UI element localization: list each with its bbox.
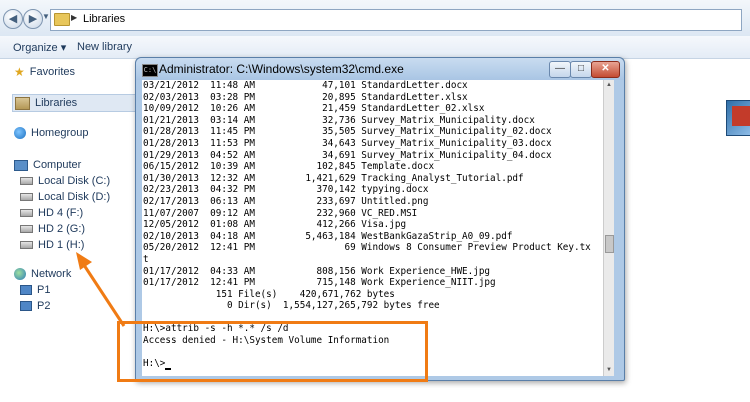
scrollbar-thumb[interactable]	[605, 235, 614, 253]
nav-network-item-label: P1	[37, 284, 51, 296]
nav-drive-g[interactable]: HD 2 (G:)	[20, 221, 85, 237]
back-button[interactable]: ◀	[3, 9, 23, 29]
console-line: 02/23/2013 04:32 PM 370,142 typying.docx	[143, 184, 429, 196]
nav-network-p2[interactable]: P2	[20, 298, 50, 314]
chevron-right-icon[interactable]: ▶	[71, 13, 77, 22]
nav-network-item-label: P2	[37, 300, 51, 312]
nav-computer[interactable]: Computer	[14, 157, 81, 173]
drive-icon	[20, 209, 33, 217]
maximize-icon: □	[577, 63, 585, 74]
console-line: 01/30/2013 12:32 AM 1,421,629 Tracking_A…	[143, 172, 524, 184]
nav-drive-label: HD 1 (H:)	[38, 239, 85, 251]
console-line: 06/15/2012 10:39 AM 102,845 Template.doc…	[143, 161, 435, 173]
nav-favorites-label: Favorites	[29, 66, 76, 78]
console-line: 03/21/2012 11:48 AM 47,101 StandardLette…	[143, 80, 468, 91]
console-line: 01/17/2012 12:41 PM 715,148 Work Experie…	[143, 277, 496, 289]
arrow-right-icon: ▶	[28, 13, 38, 25]
nav-drive-label: Local Disk (C:)	[38, 175, 111, 187]
forward-button[interactable]: ▶	[23, 9, 43, 29]
history-dropdown-icon[interactable]: ▼	[42, 12, 50, 21]
console-line: 02/03/2013 03:28 PM 20,895 StandardLette…	[143, 91, 468, 103]
minimize-button[interactable]: —	[549, 61, 571, 78]
nav-libraries[interactable]: Libraries	[12, 94, 136, 112]
nav-drive-f[interactable]: HD 4 (F:)	[20, 205, 83, 221]
nav-drive-label: HD 2 (G:)	[38, 223, 86, 235]
console-line: 01/29/2013 04:52 AM 34,691 Survey_Matrix…	[143, 149, 552, 161]
console-line: 0 Dir(s) 1,554,127,265,792 bytes free	[143, 300, 440, 312]
nav-drive-h[interactable]: HD 1 (H:)	[20, 237, 84, 253]
nav-homegroup-label: Homegroup	[31, 127, 89, 139]
drive-icon	[20, 193, 33, 201]
arrow-left-icon: ◀	[8, 13, 18, 25]
console-line: 02/17/2013 06:13 AM 233,697 Untitled.png	[143, 195, 429, 207]
file-thumbnail-detail	[732, 106, 750, 126]
scroll-down-icon[interactable]: ▼	[605, 366, 613, 374]
library-icon	[15, 96, 30, 110]
console-line: 12/05/2012 01:08 AM 412,266 Visa.jpg	[143, 219, 407, 231]
network-icon	[14, 268, 26, 280]
close-icon: ✕	[601, 63, 610, 74]
nav-computer-label: Computer	[33, 159, 82, 171]
vertical-scrollbar[interactable]: ▲ ▼	[603, 80, 614, 376]
console-line: 151 File(s) 420,671,762 bytes	[143, 288, 395, 300]
nav-homegroup[interactable]: Homegroup	[14, 125, 88, 141]
nav-drive-c[interactable]: Local Disk (C:)	[20, 173, 110, 189]
nav-drive-label: HD 4 (F:)	[38, 207, 84, 219]
scroll-up-icon[interactable]: ▲	[605, 81, 613, 89]
address-path[interactable]: Libraries	[83, 13, 125, 25]
highlight-box	[117, 321, 428, 382]
homegroup-icon	[14, 127, 26, 139]
new-library-button[interactable]: New library	[77, 41, 132, 53]
close-button[interactable]: ✕	[591, 61, 620, 78]
folder-icon	[54, 13, 70, 26]
console-line: 02/10/2013 04:18 AM 5,463,184 WestBankGa…	[143, 230, 513, 242]
pc-icon	[20, 285, 32, 295]
nav-drive-label: Local Disk (D:)	[38, 191, 111, 203]
maximize-button[interactable]: □	[570, 61, 592, 78]
nav-network-label: Network	[31, 268, 72, 280]
console-line: 01/17/2012 04:33 AM 808,156 Work Experie…	[143, 265, 491, 277]
command-bar: Organize ▾ New library	[0, 36, 750, 59]
cmd-title: Administrator: C:\Windows\system32\cmd.e…	[159, 62, 404, 76]
drive-icon	[20, 177, 33, 185]
computer-icon	[14, 159, 28, 171]
console-line: 10/09/2012 10:26 AM 21,459 StandardLette…	[143, 103, 485, 115]
console-line: 01/28/2013 11:53 PM 34,643 Survey_Matrix…	[143, 137, 552, 149]
pc-icon	[20, 301, 32, 311]
nav-drive-d[interactable]: Local Disk (D:)	[20, 189, 110, 205]
console-line: 01/21/2013 03:14 AM 32,736 Survey_Matrix…	[143, 114, 535, 126]
console-line: t	[143, 253, 149, 265]
drive-icon	[20, 241, 33, 249]
organize-button[interactable]: Organize ▾	[13, 41, 66, 54]
nav-network[interactable]: Network	[14, 266, 71, 282]
minimize-icon: —	[555, 63, 565, 74]
nav-libraries-label: Libraries	[35, 97, 78, 109]
address-field[interactable]: ▶ Libraries	[50, 9, 742, 31]
console-line: 11/07/2007 09:12 AM 232,960 VC_RED.MSI	[143, 207, 418, 219]
star-icon: ★	[14, 65, 25, 79]
drive-icon	[20, 225, 33, 233]
nav-network-p1[interactable]: P1	[20, 282, 50, 298]
console-line: 01/28/2013 11:45 PM 35,505 Survey_Matrix…	[143, 126, 552, 138]
address-bar-area: ◀ ▶ ▼ ▶ Libraries	[0, 0, 750, 37]
cmd-titlebar[interactable]: C:\ Administrator: C:\Windows\system32\c…	[136, 58, 624, 80]
cmd-icon[interactable]: C:\	[142, 64, 158, 77]
console-line: 05/20/2012 12:41 PM 69 Windows 8 Consume…	[143, 242, 591, 254]
nav-favorites[interactable]: ★ Favorites	[14, 64, 75, 80]
